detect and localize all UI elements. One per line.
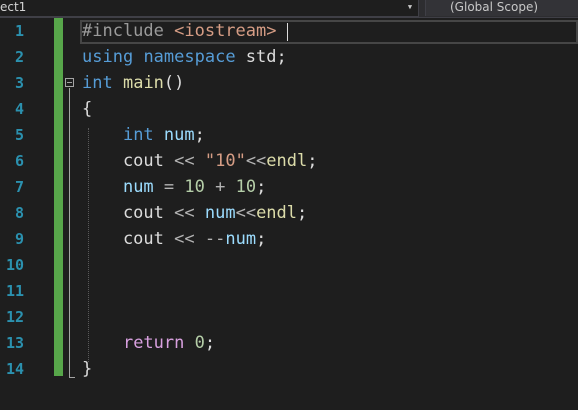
code-token: <<: [174, 151, 195, 171]
project-dropdown-label: ect1: [0, 0, 27, 14]
line-number: 2: [14, 48, 24, 66]
code-token: ;: [297, 203, 308, 223]
code-line[interactable]: cout << "10"<<endl;: [82, 148, 318, 174]
code-token: ;: [256, 177, 267, 197]
line-number: 9: [14, 230, 24, 248]
fold-region-end: [69, 377, 75, 378]
code-token: cout: [82, 203, 175, 223]
line-number: 8: [14, 204, 24, 222]
code-token: using: [82, 47, 134, 67]
code-token: <<: [174, 203, 195, 223]
scope-dropdown[interactable]: (Global Scope): [425, 0, 578, 16]
line-number: 1: [14, 22, 24, 40]
code-token: <<: [235, 203, 257, 223]
code-token: ;: [307, 151, 318, 171]
line-number: 14: [5, 360, 24, 378]
code-token: num: [122, 177, 154, 197]
code-token: "10": [204, 151, 246, 171]
code-token: ;: [256, 229, 267, 249]
code-token: <iostream>: [174, 21, 277, 41]
code-token: num: [204, 203, 236, 223]
code-token: <<: [174, 229, 195, 249]
code-token: 10: [235, 177, 257, 197]
change-tracking-bar: [54, 18, 63, 376]
code-token: (): [163, 73, 185, 93]
line-number: 13: [5, 334, 24, 352]
code-line[interactable]: int num;: [82, 122, 205, 148]
code-token: num: [225, 229, 257, 249]
code-token: int: [82, 73, 113, 93]
code-token: endl: [266, 151, 308, 171]
line-number: 4: [14, 100, 24, 118]
code-token: cout: [82, 229, 175, 249]
line-number: 3: [14, 74, 24, 92]
code-line[interactable]: int main(): [82, 70, 184, 96]
code-token: +: [204, 177, 236, 197]
code-line[interactable]: return 0;: [82, 330, 215, 356]
code-token: int: [122, 125, 154, 145]
code-token: 10: [184, 177, 205, 197]
code-token: <<: [245, 151, 267, 171]
text-caret: [287, 23, 288, 41]
chevron-down-icon[interactable]: ▼: [404, 0, 416, 15]
code-token: #include: [82, 21, 175, 41]
code-token: ;: [204, 333, 216, 353]
code-line[interactable]: cout << num<<endl;: [82, 200, 307, 226]
code-line[interactable]: }: [82, 356, 92, 382]
code-line[interactable]: num = 10 + 10;: [82, 174, 266, 200]
code-line[interactable]: using namespace std;: [82, 44, 287, 70]
collapse-icon[interactable]: [65, 78, 74, 87]
code-token: cout: [82, 151, 175, 171]
line-number: 11: [5, 282, 24, 300]
code-token: namespace: [143, 47, 236, 67]
code-token: --: [204, 229, 226, 249]
code-token: endl: [256, 203, 298, 223]
project-dropdown[interactable]: ect1 ▼: [0, 0, 419, 17]
navigation-bar: ect1 ▼ (Global Scope): [0, 0, 578, 18]
fold-region-line: [69, 88, 70, 378]
editor-pane[interactable]: 1 2 3 4 5 6 7 8 9 10 11 12 13 14 #include <iostream> u…: [0, 18, 578, 410]
line-number: 6: [14, 152, 24, 170]
code-token: }: [82, 359, 93, 379]
code-token: {: [82, 99, 93, 119]
code-token: ;: [194, 125, 205, 145]
code-line[interactable]: #include <iostream>: [82, 18, 276, 44]
line-number: 10: [5, 256, 24, 274]
code-token: 0: [194, 333, 205, 353]
code-line[interactable]: cout << --num;: [82, 226, 266, 252]
code-token: main: [122, 73, 164, 93]
code-line[interactable]: {: [82, 96, 92, 122]
line-number: 5: [14, 126, 24, 144]
line-number: 12: [5, 308, 24, 326]
code-editor-window: ect1 ▼ (Global Scope) 1 2 3 4 5 6 7 8 9 10 11 12 13 1…: [0, 0, 578, 410]
code-token: =: [153, 177, 185, 197]
code-token: std;: [235, 47, 287, 67]
scope-dropdown-label: (Global Scope): [450, 0, 539, 14]
code-token: num: [163, 125, 195, 145]
line-number: 7: [14, 178, 24, 196]
code-token: return: [122, 333, 185, 353]
